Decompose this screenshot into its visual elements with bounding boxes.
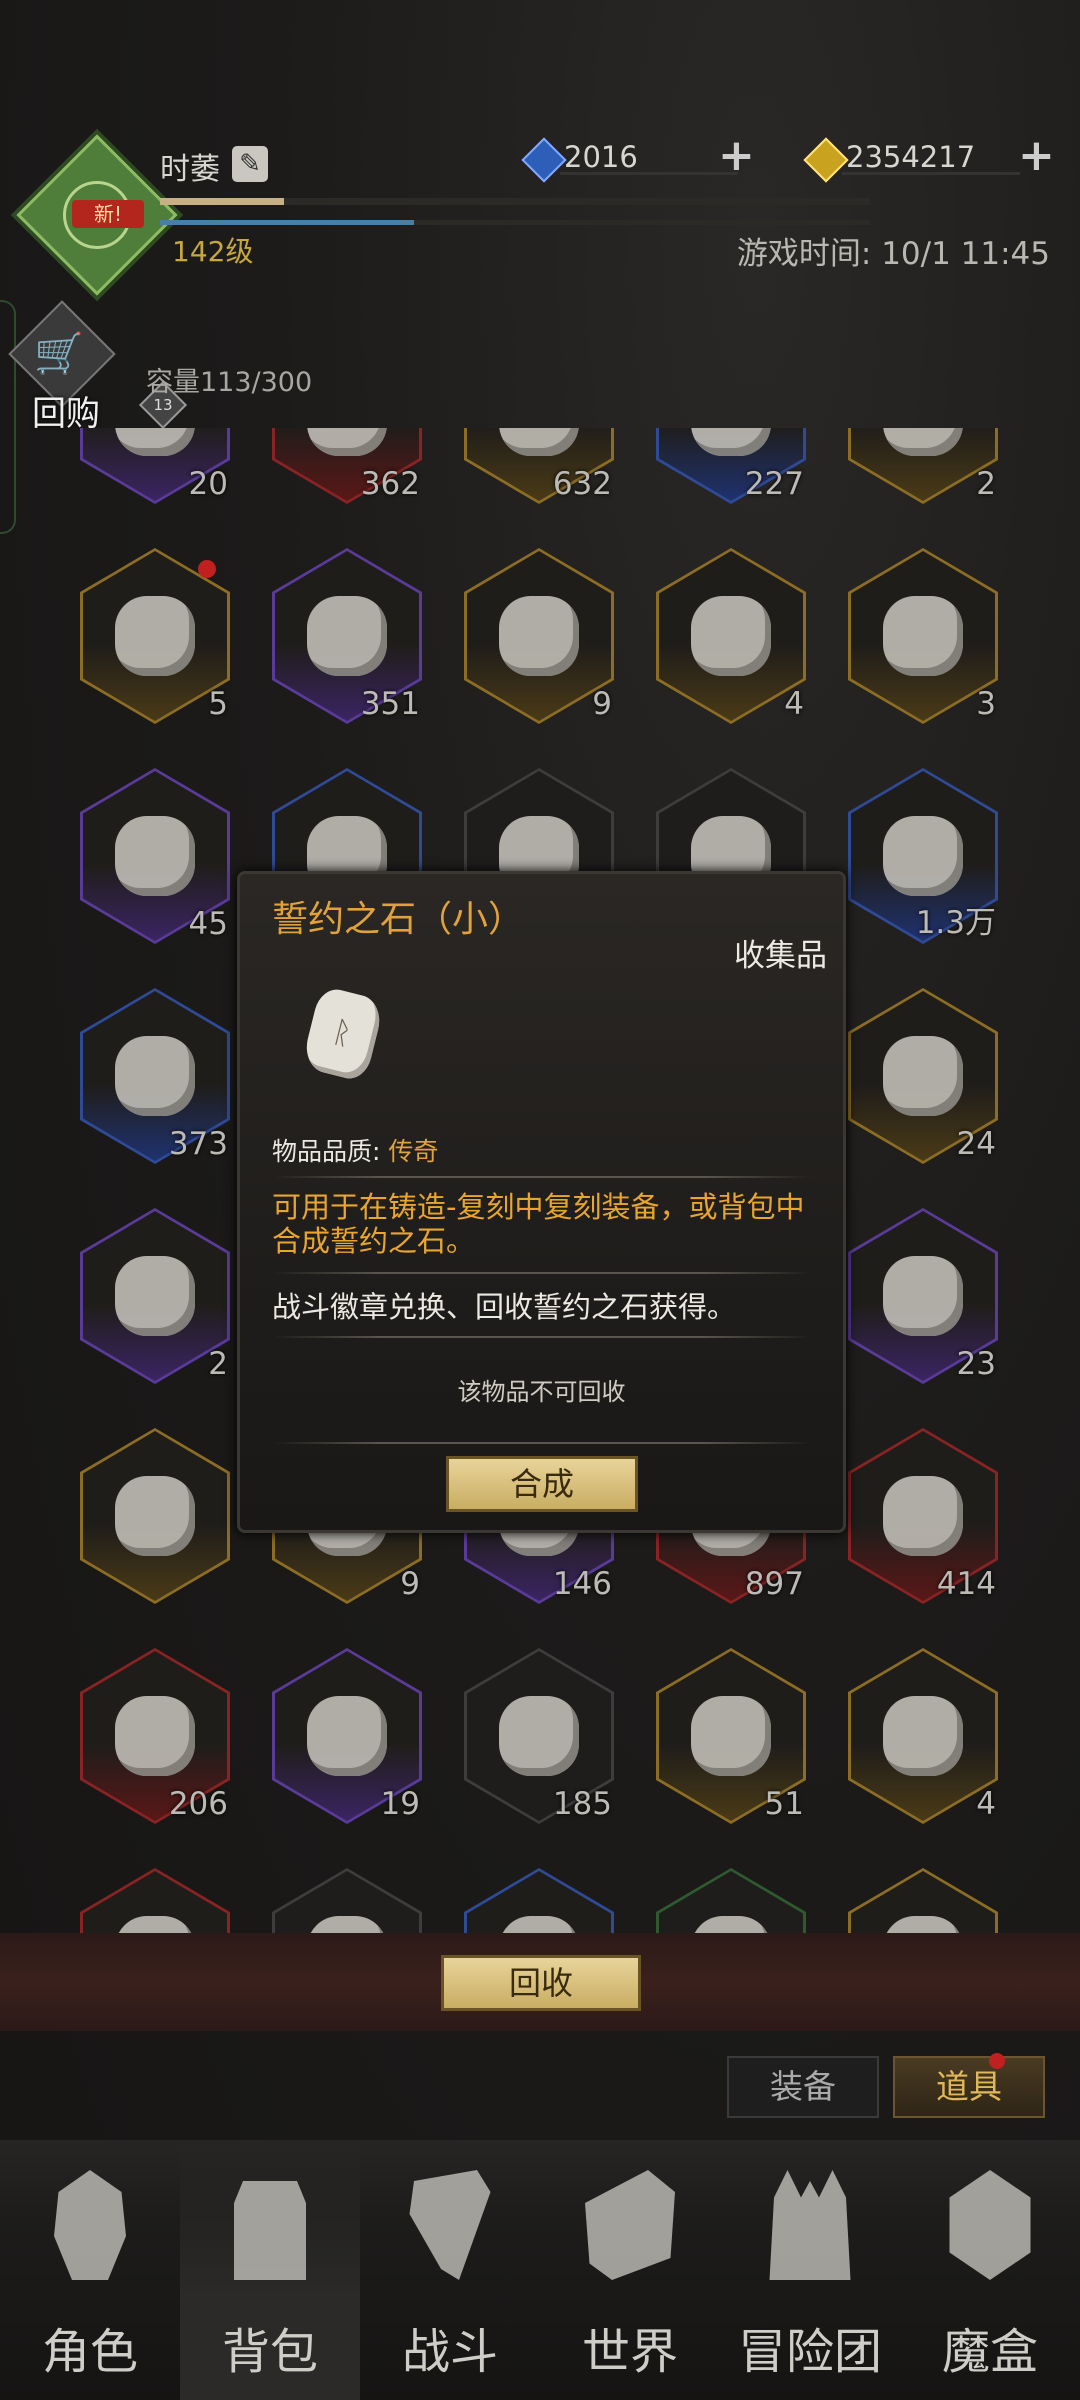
divider: [272, 1176, 812, 1178]
divider: [272, 1442, 812, 1444]
popup-title: 誓约之石（小）: [272, 899, 525, 940]
no-recycle-notice: 该物品不可回收: [457, 1378, 626, 1406]
divider: [272, 1336, 812, 1338]
item-description: 可用于在铸造-复刻中复刻装备，或背包中合成誓约之石。: [272, 1190, 805, 1258]
item-source: 战斗徽章兑换、回收誓约之石获得。: [272, 1290, 737, 1324]
quality-value: 传奇: [388, 1137, 439, 1166]
item-type: 收集品: [734, 938, 827, 974]
quality-label: 物品品质:: [272, 1137, 389, 1166]
item-quality: 物品品质: 传奇: [272, 1132, 438, 1168]
divider: [272, 1272, 812, 1274]
item-detail-popup: 誓约之石（小） 收集品 ᚱ 物品品质: 传奇 可用于在铸造-复刻中复刻装备，或背…: [237, 871, 846, 1533]
craft-button[interactable]: 合成: [446, 1456, 638, 1512]
